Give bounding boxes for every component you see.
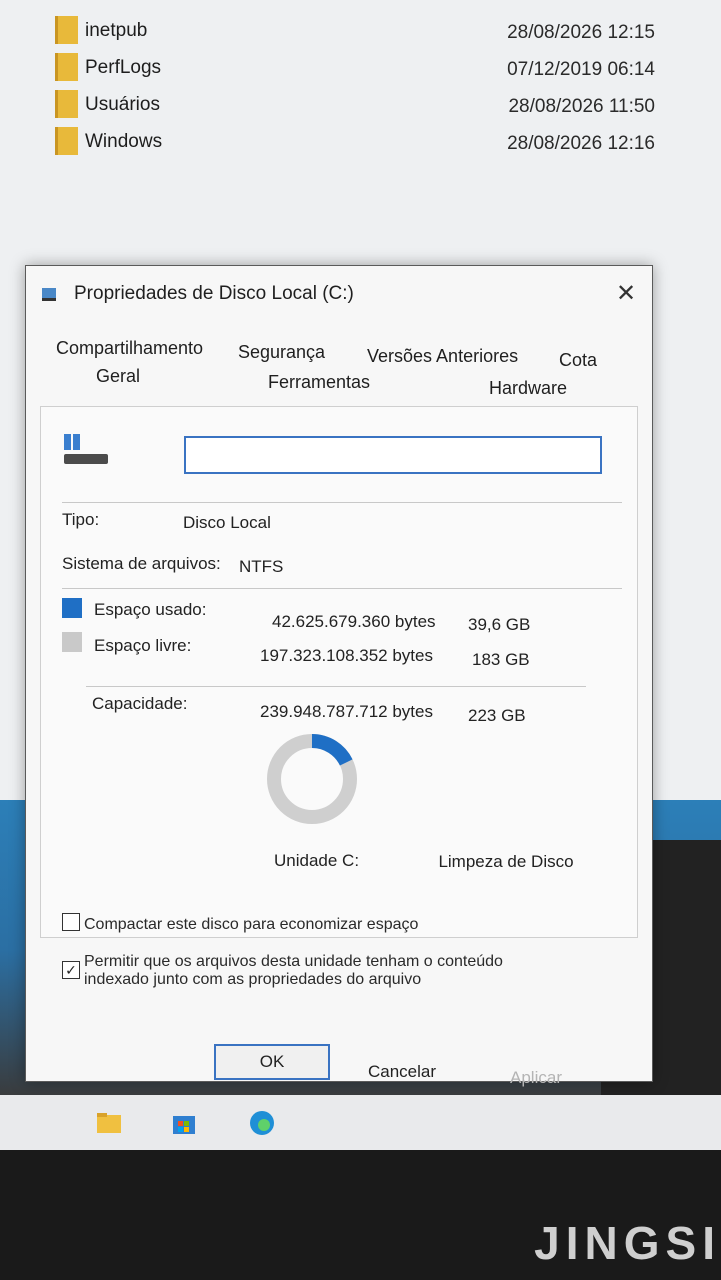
folder-icon xyxy=(55,53,78,81)
cancel-button[interactable]: Cancelar xyxy=(352,1056,452,1088)
file-row[interactable]: Usuários 28/08/2026 11:50 xyxy=(55,88,695,125)
file-explorer-icon[interactable] xyxy=(95,1109,123,1137)
store-icon[interactable] xyxy=(170,1109,198,1137)
file-date: 28/08/2026 12:15 xyxy=(507,22,655,43)
file-name[interactable]: inetpub xyxy=(85,20,147,42)
divider xyxy=(62,502,622,503)
monitor-brand-logo: JINGSI xyxy=(534,1217,721,1269)
tab-ferramentas[interactable]: Ferramentas xyxy=(268,372,370,393)
index-label: Permitir que os arquivos desta unidade t… xyxy=(84,953,503,988)
used-space-label: Espaço usado: xyxy=(94,600,207,619)
type-value: Disco Local xyxy=(183,513,271,532)
tab-strip: Compartilhamento Segurança Versões Anter… xyxy=(54,338,634,408)
usage-donut-chart xyxy=(267,734,357,824)
apply-button[interactable]: Aplicar xyxy=(486,1062,586,1094)
tab-cota[interactable]: Cota xyxy=(559,350,597,371)
folder-icon xyxy=(55,16,78,44)
free-space-label: Espaço livre: xyxy=(94,636,192,655)
file-row[interactable]: Windows 28/08/2026 12:16 xyxy=(55,125,695,162)
file-name[interactable]: PerfLogs xyxy=(85,57,161,79)
hard-drive-icon xyxy=(64,434,110,470)
tab-compartilhamento[interactable]: Compartilhamento xyxy=(56,338,203,359)
compress-checkbox[interactable] xyxy=(62,913,80,931)
monitor-screen: inetpub 28/08/2026 12:15 PerfLogs 07/12/… xyxy=(0,0,721,1150)
explorer-file-list: inetpub 28/08/2026 12:15 PerfLogs 07/12/… xyxy=(55,14,695,162)
filesystem-label: Sistema de arquivos: xyxy=(62,554,221,573)
tab-hardware[interactable]: Hardware xyxy=(489,378,567,399)
file-date: 28/08/2026 12:16 xyxy=(507,133,655,154)
file-row[interactable]: inetpub 28/08/2026 12:15 xyxy=(55,14,695,51)
filesystem-value: NTFS xyxy=(239,557,284,576)
free-space-gb: 183 GB xyxy=(472,650,530,669)
tab-geral[interactable]: Geral xyxy=(96,366,140,387)
file-row[interactable]: PerfLogs 07/12/2019 06:14 xyxy=(55,51,695,88)
tab-versoes-anteriores[interactable]: Versões Anteriores xyxy=(367,346,518,367)
file-name[interactable]: Windows xyxy=(85,131,162,153)
capacity-label: Capacidade: xyxy=(92,694,188,713)
volume-label-input[interactable] xyxy=(184,436,602,474)
used-space-bytes: 42.625.679.360 bytes xyxy=(272,612,436,631)
divider xyxy=(86,686,586,687)
capacity-gb: 223 GB xyxy=(468,706,526,725)
compress-label: Compactar este disco para economizar esp… xyxy=(84,916,419,933)
drive-body-icon xyxy=(64,454,108,464)
folder-icon xyxy=(55,90,78,118)
capacity-bytes: 239.948.787.712 bytes xyxy=(260,702,433,721)
drive-caption: Unidade C: xyxy=(274,851,360,870)
taskbar xyxy=(0,1095,721,1150)
properties-dialog: Propriedades de Disco Local (C:) ✕ Compa… xyxy=(25,265,653,1087)
close-button[interactable]: ✕ xyxy=(614,282,638,306)
file-name[interactable]: Usuários xyxy=(85,94,160,116)
dialog-title-bar[interactable]: Propriedades de Disco Local (C:) ✕ xyxy=(26,266,652,318)
folder-icon xyxy=(55,127,78,155)
free-space-swatch xyxy=(62,632,82,652)
divider xyxy=(62,588,622,589)
drive-icon xyxy=(42,288,56,301)
dialog-title: Propriedades de Disco Local (C:) xyxy=(74,283,354,304)
file-date: 28/08/2026 11:50 xyxy=(508,96,655,117)
free-space-bytes: 197.323.108.352 bytes xyxy=(260,646,433,665)
type-label: Tipo: xyxy=(62,510,100,529)
edge-icon[interactable] xyxy=(248,1109,276,1137)
tab-seguranca[interactable]: Segurança xyxy=(238,342,325,363)
used-space-gb: 39,6 GB xyxy=(468,615,531,634)
windows-logo-icon xyxy=(64,434,80,450)
ok-button[interactable]: OK xyxy=(214,1044,330,1080)
index-checkbox[interactable]: ✓ xyxy=(62,961,80,979)
file-date: 07/12/2019 06:14 xyxy=(507,59,655,80)
disk-cleanup-button[interactable]: Limpeza de Disco xyxy=(426,846,586,878)
used-space-swatch xyxy=(62,598,82,618)
